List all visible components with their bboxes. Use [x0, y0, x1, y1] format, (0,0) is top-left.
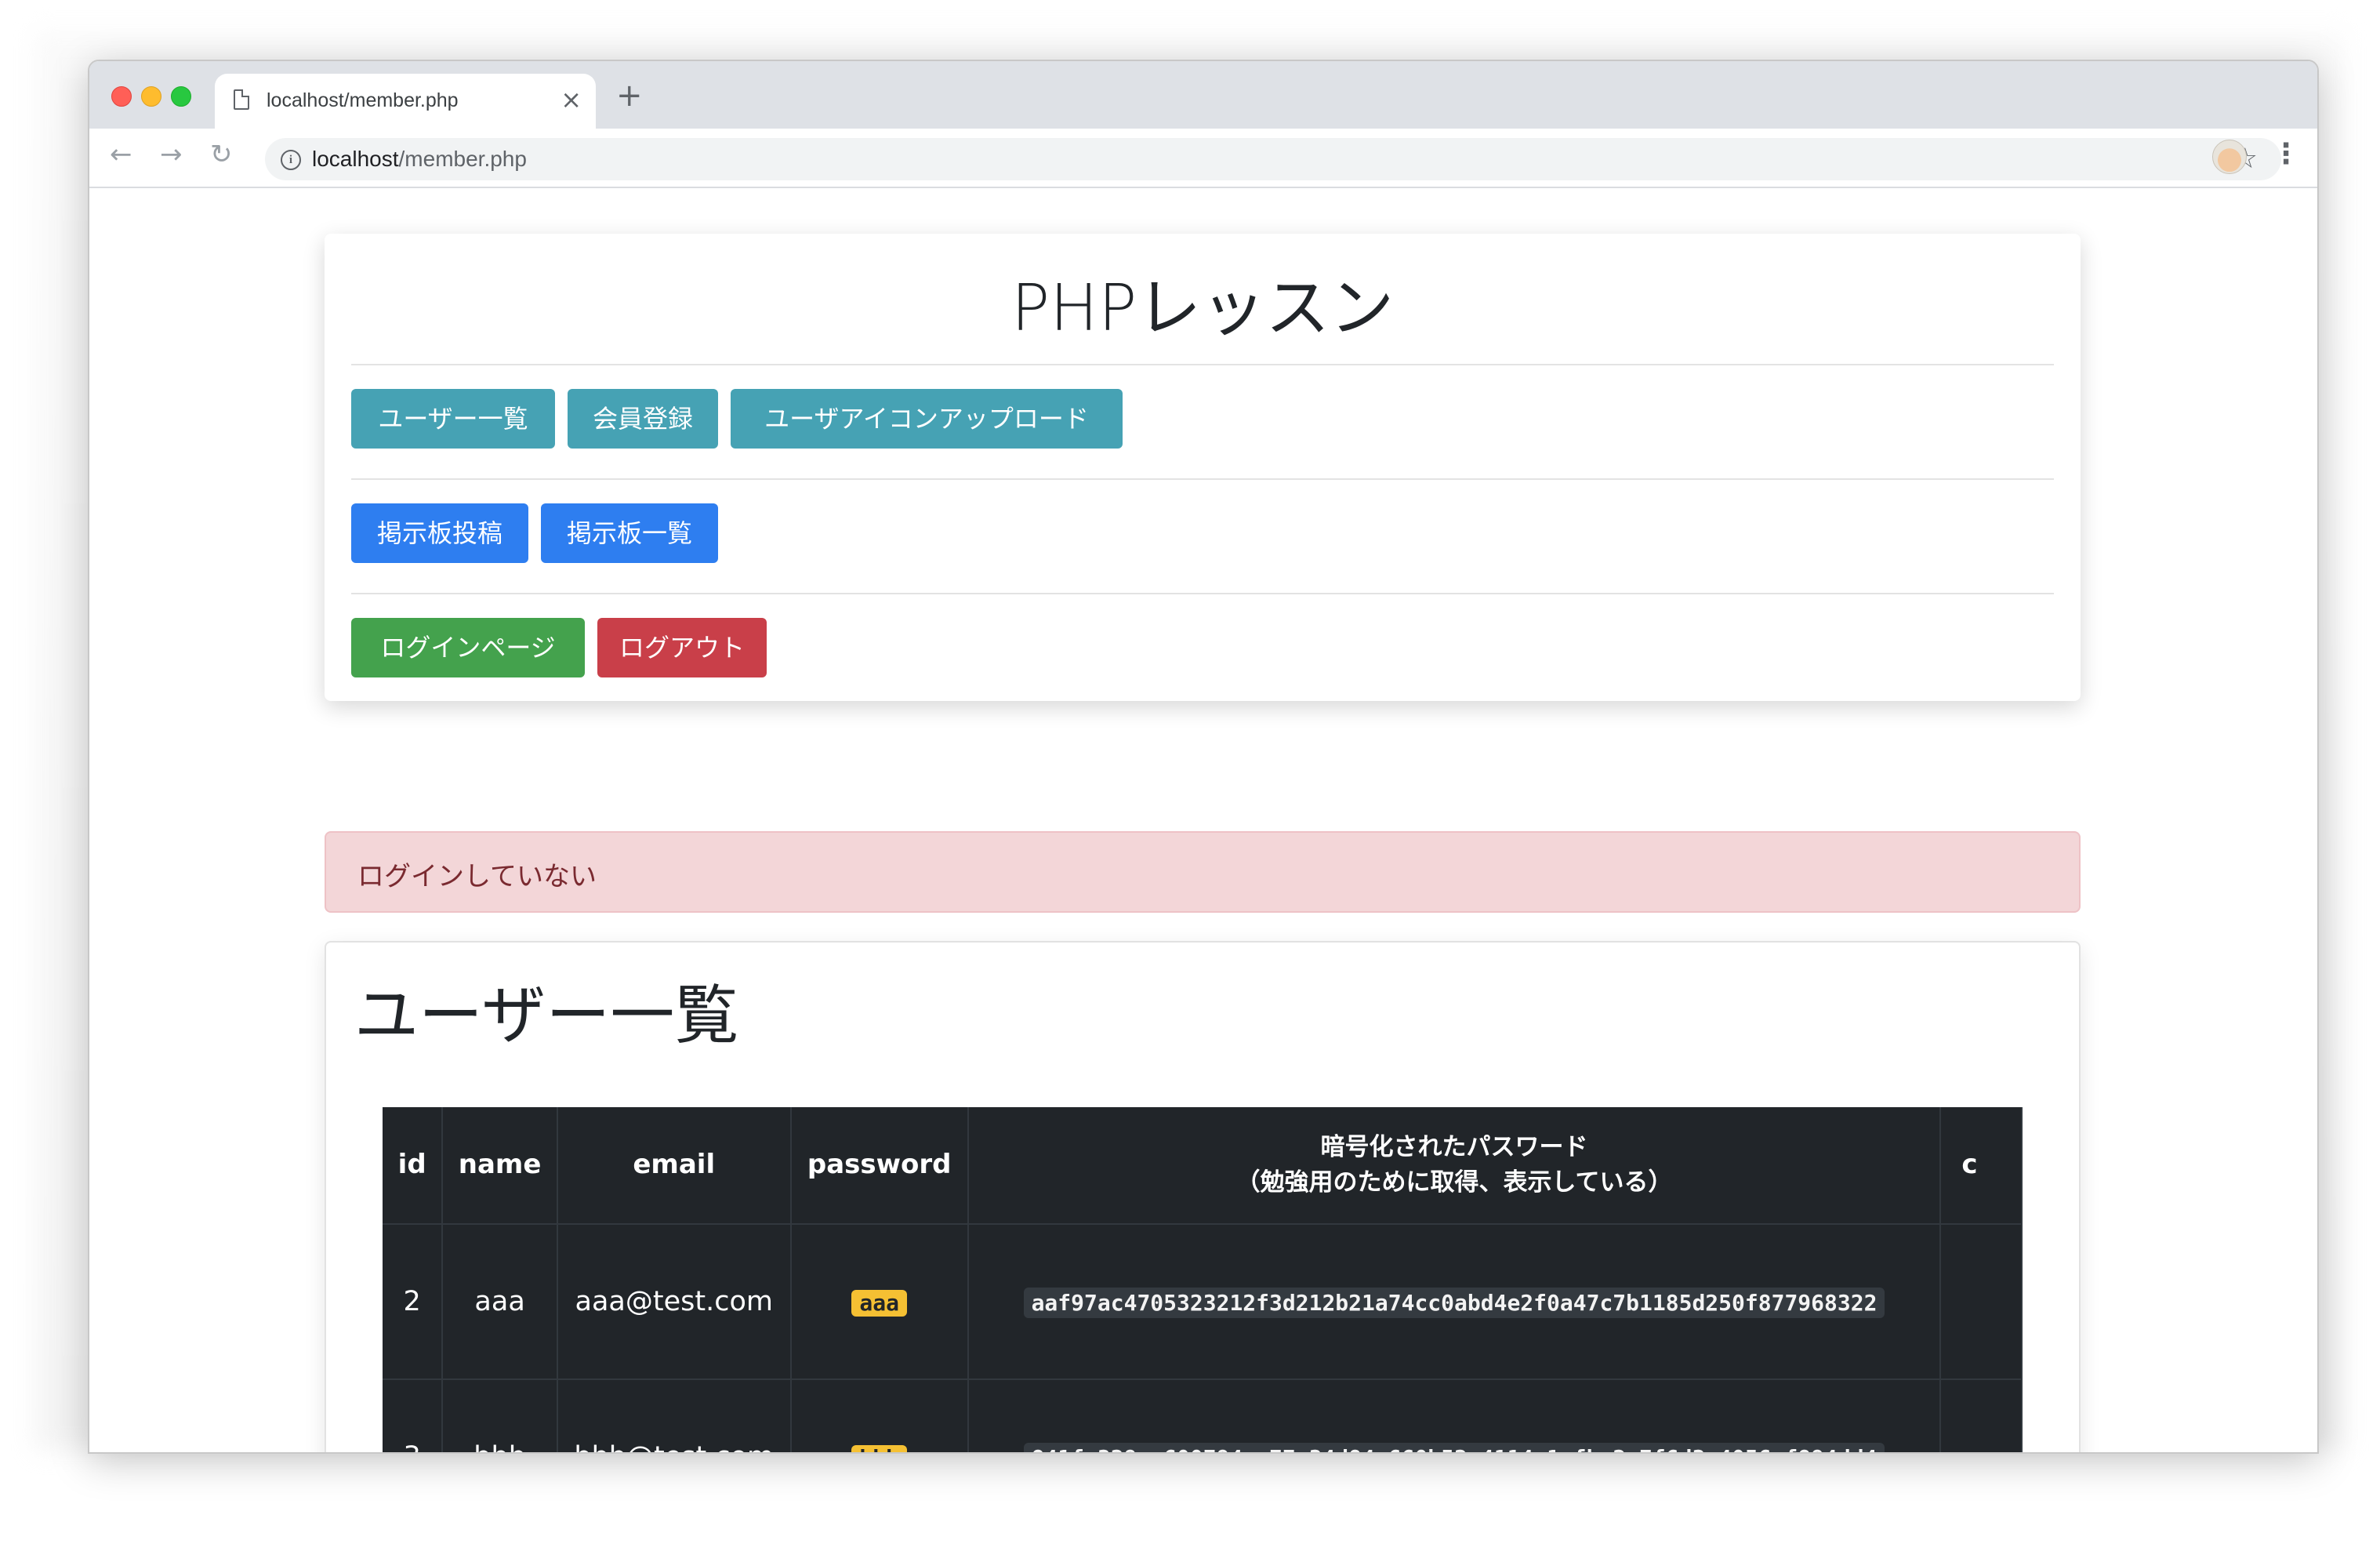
back-icon[interactable]: ← — [110, 141, 132, 168]
info-icon[interactable]: i — [281, 150, 301, 170]
cell-email: bbb@test.com — [557, 1379, 792, 1452]
new-tab-button[interactable]: + — [616, 80, 643, 111]
page-icon — [234, 89, 249, 110]
header-card: PHPレッスン ユーザー一覧 会員登録 ユーザアイコンアップロード 掲示板投稿 … — [325, 234, 2081, 701]
password-badge: bbb — [851, 1445, 907, 1452]
url-text[interactable]: localhost/member.php — [312, 147, 527, 172]
users-heading: ユーザー一覧 — [354, 979, 739, 1053]
reload-icon[interactable]: ↻ — [210, 141, 233, 168]
table-header-row: id name email password 暗号化されたパスワード （勉強用の… — [383, 1107, 2023, 1225]
users-table: id name email password 暗号化されたパスワード （勉強用の… — [383, 1107, 2023, 1452]
address-bar[interactable]: i localhost/member.php ☆ — [265, 138, 2281, 180]
cell-email: aaa@test.com — [557, 1224, 792, 1380]
tab-strip: localhost/member.php × + — [89, 61, 2317, 129]
page-content: PHPレッスン ユーザー一覧 会員登録 ユーザアイコンアップロード 掲示板投稿 … — [89, 188, 2317, 1452]
divider — [351, 593, 2054, 594]
logout-button[interactable]: ログアウト — [597, 618, 767, 677]
hash-code: 841fa329ca600794ec77c34d84a660b52a4114a1… — [1023, 1442, 1885, 1452]
forward-icon[interactable]: → — [160, 141, 183, 168]
page-title: PHPレッスン — [1010, 271, 1395, 346]
column-header-email: email — [557, 1107, 792, 1225]
tab-title: localhost/member.php — [267, 89, 459, 111]
browser-toolbar: ← → ↻ i localhost/member.php ☆ ⋮ — [89, 129, 2317, 188]
user-list-button[interactable]: ユーザー一覧 — [351, 389, 555, 449]
password-badge: aaa — [851, 1290, 907, 1317]
url-path: /member.php — [398, 147, 527, 171]
login-page-button[interactable]: ログインページ — [351, 618, 585, 677]
board-list-button[interactable]: 掲示板一覧 — [541, 503, 718, 563]
tab-member[interactable]: localhost/member.php × — [215, 74, 596, 129]
table-row: 2 aaa aaa@test.com aaa aaf97ac4705323212… — [383, 1224, 2023, 1380]
cell-password: aaa — [790, 1224, 969, 1380]
minimize-window-button[interactable] — [141, 86, 161, 107]
cell-id: 2 — [383, 1224, 444, 1380]
browser-window: localhost/member.php × + ← → ↻ i localho… — [88, 60, 2319, 1454]
alert-text: ログインしていない — [357, 861, 597, 892]
table-row: 3 bbb bbb@test.com bbb 841fa329ca600794e… — [383, 1379, 2023, 1452]
divider — [351, 478, 2054, 480]
cell-name: aaa — [442, 1224, 558, 1380]
column-header-hashed-password: 暗号化されたパスワード （勉強用のために取得、表示している） — [967, 1107, 1942, 1225]
cell-id: 3 — [383, 1379, 444, 1452]
close-window-button[interactable] — [111, 86, 132, 107]
hashed-header-line2: （勉強用のために取得、表示している） — [1235, 1168, 1673, 1197]
avatar[interactable] — [2212, 140, 2247, 174]
cell-truncated — [1940, 1379, 2023, 1452]
cell-hash: aaf97ac4705323212f3d212b21a74cc0abd4e2f0… — [967, 1224, 1942, 1380]
maximize-window-button[interactable] — [171, 86, 191, 107]
register-button[interactable]: 会員登録 — [568, 389, 718, 449]
cell-hash: 841fa329ca600794ec77c34d84a660b52a4114a1… — [967, 1379, 1942, 1452]
kebab-menu-icon[interactable]: ⋮ — [2272, 138, 2300, 170]
divider — [351, 364, 2054, 365]
cell-name: bbb — [442, 1379, 558, 1452]
icon-upload-button[interactable]: ユーザアイコンアップロード — [731, 389, 1123, 449]
url-host: localhost — [312, 147, 399, 171]
column-header-name: name — [442, 1107, 558, 1225]
column-header-truncated: c — [1940, 1107, 2023, 1225]
hash-code: aaf97ac4705323212f3d212b21a74cc0abd4e2f0… — [1023, 1287, 1885, 1318]
users-card: ユーザー一覧 id name email password 暗号化されたパスワー… — [325, 941, 2081, 1452]
hashed-header-line1: 暗号化されたパスワード — [1320, 1133, 1588, 1162]
tab-close-icon[interactable]: × — [561, 85, 582, 114]
column-header-password: password — [790, 1107, 969, 1225]
cell-truncated — [1940, 1224, 2023, 1380]
column-header-id: id — [383, 1107, 444, 1225]
login-status-alert: ログインしていない — [325, 831, 2081, 913]
cell-password: bbb — [790, 1379, 969, 1452]
users-table-container[interactable]: id name email password 暗号化されたパスワード （勉強用の… — [383, 1107, 2023, 1452]
board-post-button[interactable]: 掲示板投稿 — [351, 503, 528, 563]
